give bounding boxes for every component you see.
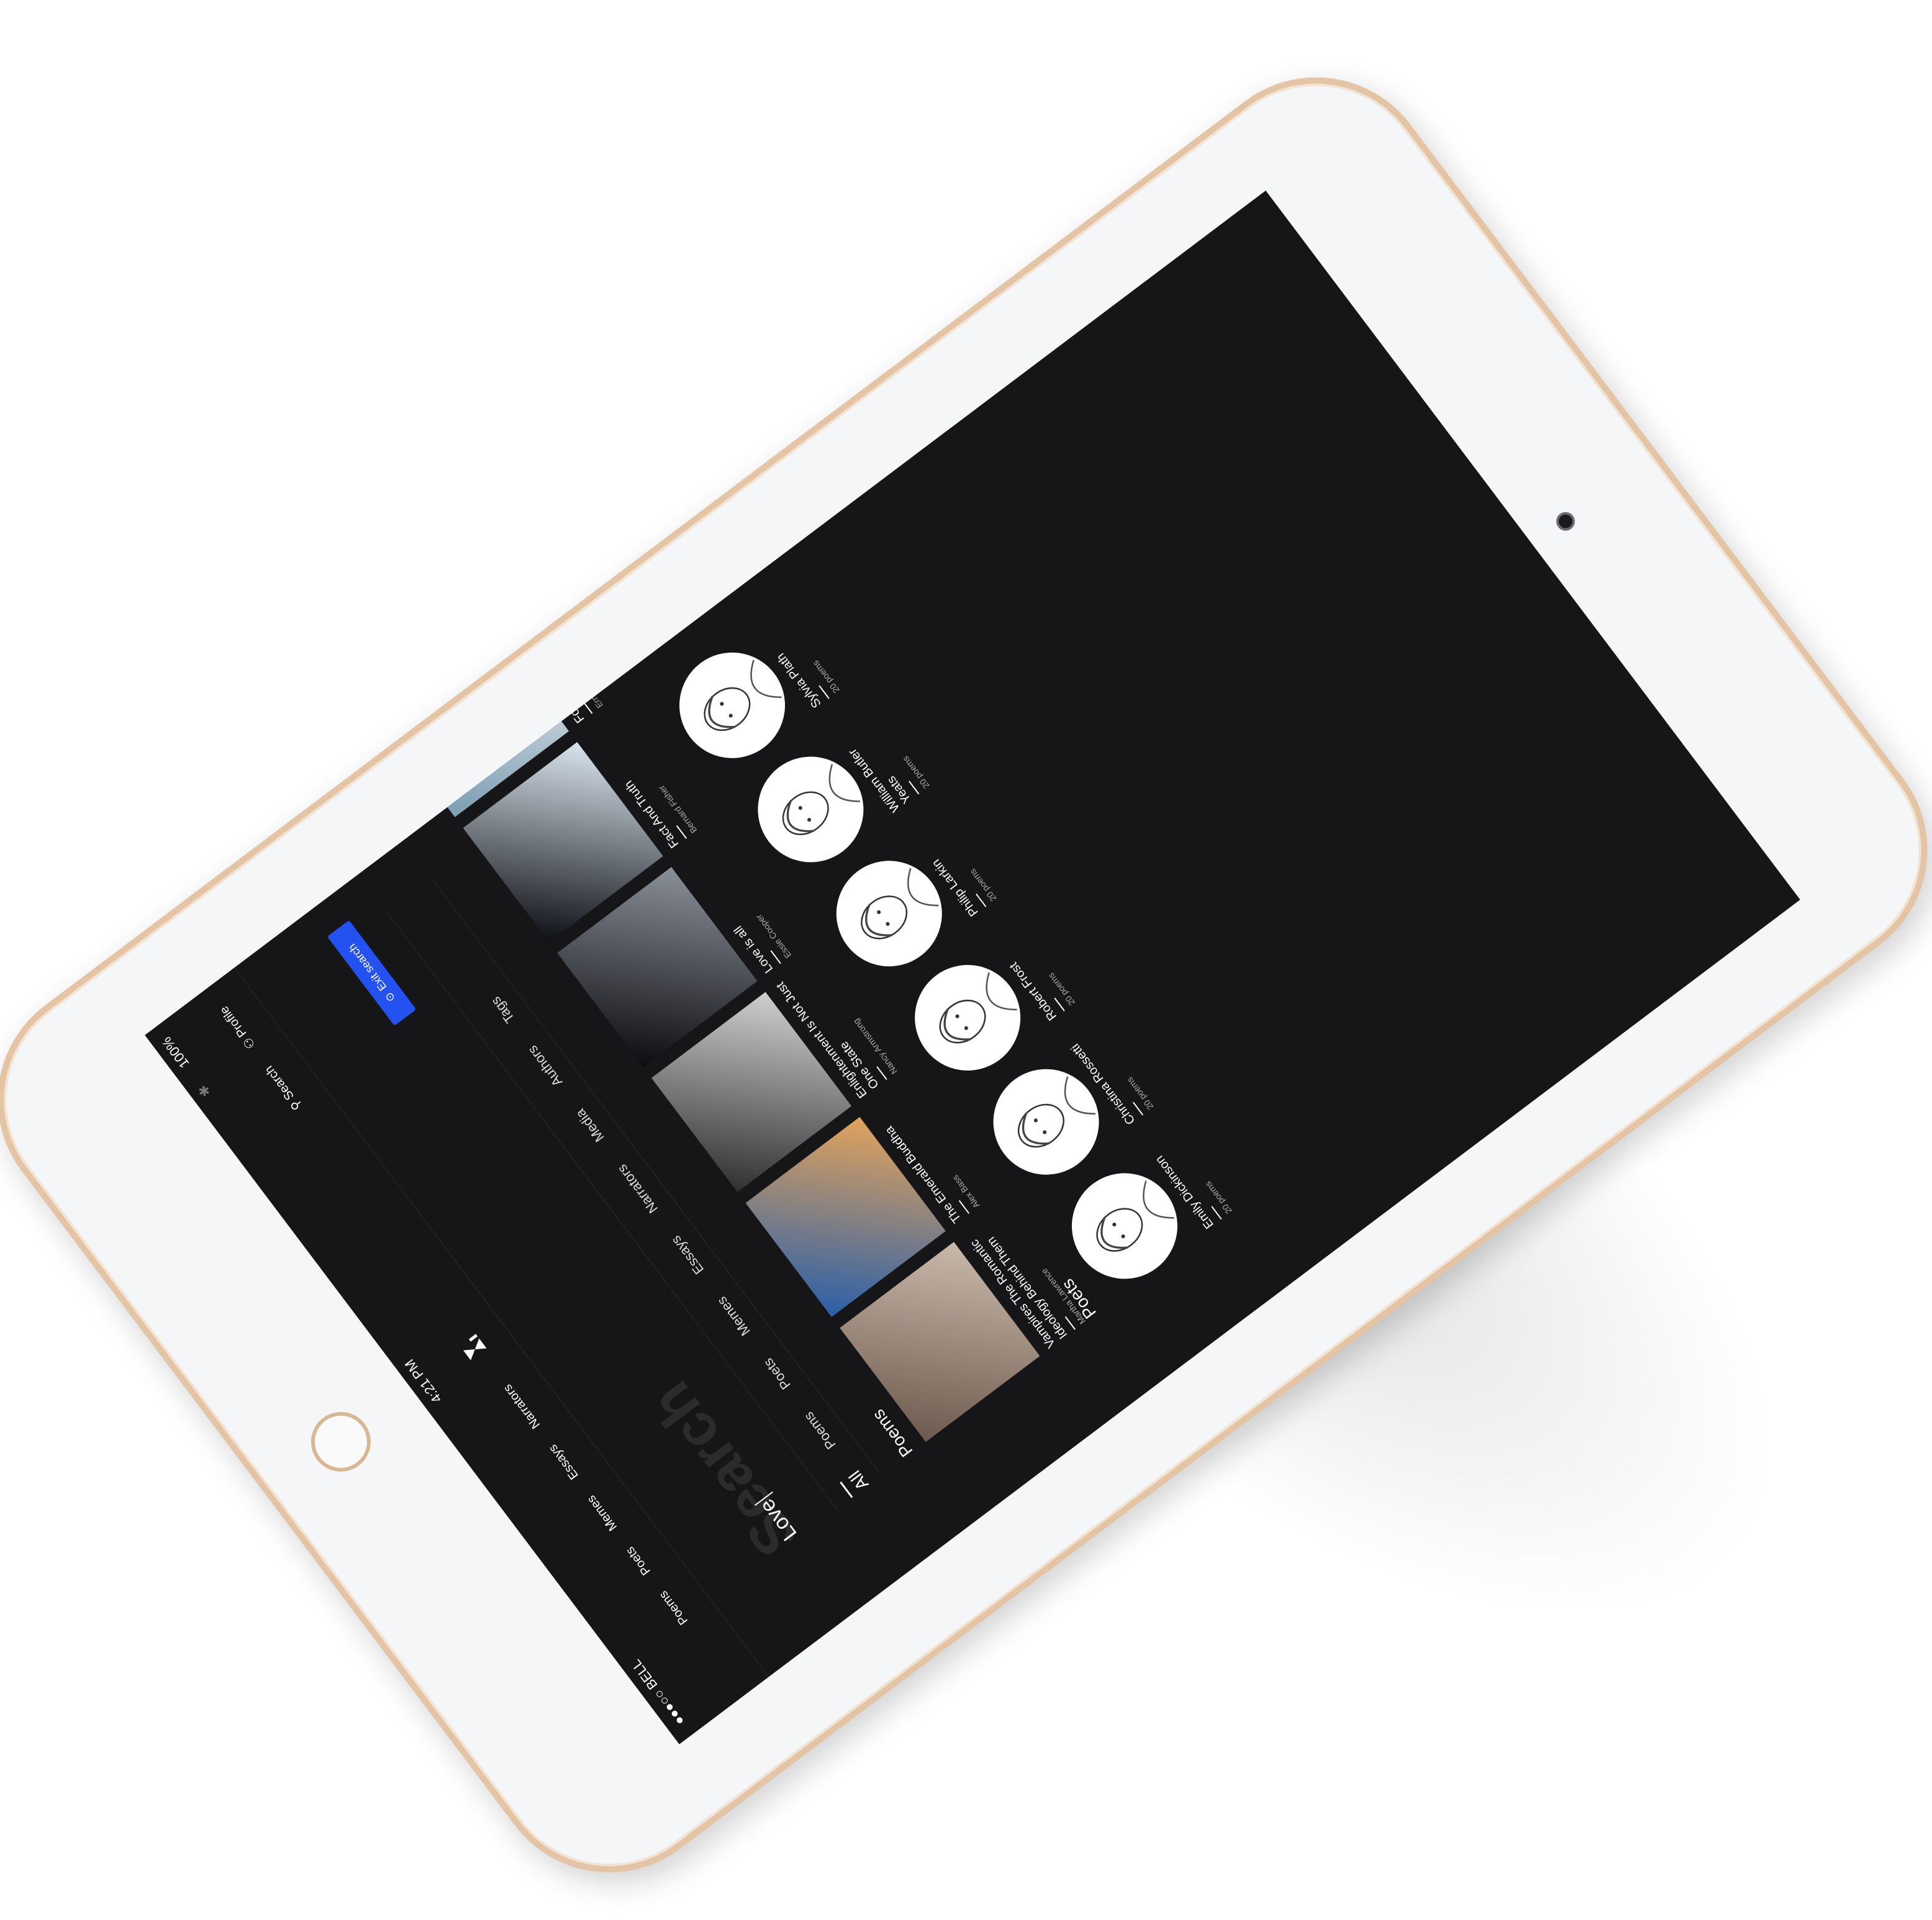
hourglass-logo-icon[interactable] xyxy=(456,1330,491,1365)
tab-essays[interactable]: Essays xyxy=(662,1224,719,1282)
tab-poems[interactable]: Poems xyxy=(795,1400,850,1457)
tab-narrators[interactable]: Narrators xyxy=(608,1153,672,1221)
profile-nav-label: Profile xyxy=(217,1003,250,1040)
search-nav-label: Search xyxy=(262,1062,297,1103)
profile-icon: ⚇ xyxy=(240,1034,258,1052)
nav-link-narrators[interactable]: Narrators xyxy=(501,1381,543,1431)
exit-search-label: Exit search xyxy=(345,941,389,994)
tab-all[interactable]: All xyxy=(840,1460,881,1498)
profile-nav-button[interactable]: ⚇ Profile xyxy=(216,1003,258,1052)
search-nav-button[interactable]: ⚲ Search xyxy=(261,1062,305,1113)
exit-icon: ⊙ xyxy=(381,989,397,1005)
tab-authors[interactable]: Authors xyxy=(519,1034,577,1094)
tab-tags[interactable]: Tags xyxy=(482,985,529,1031)
nav-link-memes[interactable]: Memes xyxy=(584,1492,620,1534)
nav-actions: ⚲ Search ⚇ Profile xyxy=(216,1003,305,1113)
tab-media[interactable]: Media xyxy=(566,1097,619,1149)
tab-poets[interactable]: Poets xyxy=(755,1347,805,1397)
exit-search-button[interactable]: ⊙ Exit search xyxy=(327,920,417,1026)
nav-link-essays[interactable]: Essays xyxy=(546,1441,581,1482)
nav-link-poets[interactable]: Poets xyxy=(623,1544,653,1577)
tab-memes[interactable]: Memes xyxy=(708,1285,764,1344)
nav-link-poems[interactable]: Poems xyxy=(656,1588,691,1628)
